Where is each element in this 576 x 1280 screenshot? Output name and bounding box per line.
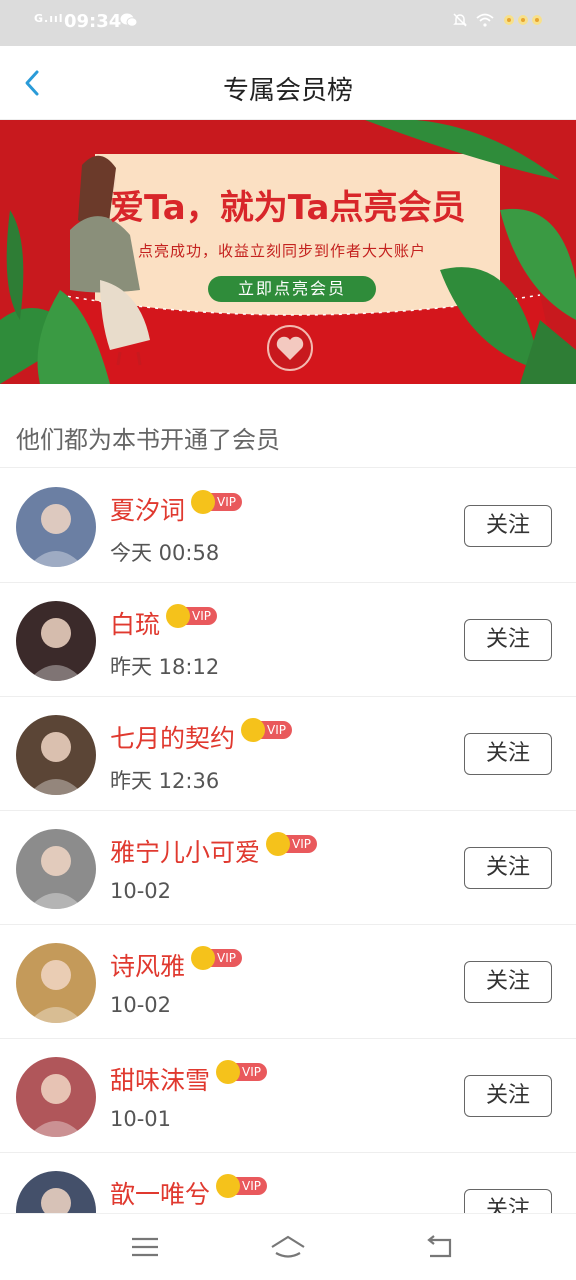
vip-badge: VIP bbox=[166, 604, 217, 628]
member-name[interactable]: 夏汐词 bbox=[110, 491, 185, 527]
avatar-image bbox=[16, 715, 96, 795]
crown-icon bbox=[216, 1174, 240, 1198]
system-nav-bar bbox=[0, 1213, 576, 1280]
crown-icon bbox=[166, 604, 190, 628]
member-name[interactable]: 白琉 bbox=[110, 605, 160, 641]
avatar-image bbox=[16, 943, 96, 1023]
member-time: 10-02 bbox=[110, 879, 172, 903]
avatar[interactable] bbox=[16, 715, 96, 795]
member-row[interactable]: 诗风雅 VIP 10-02 关注 bbox=[0, 925, 576, 1039]
member-row[interactable]: 雅宁儿小可爱 VIP 10-02 关注 bbox=[0, 811, 576, 925]
member-name[interactable]: 雅宁儿小可爱 bbox=[110, 833, 260, 869]
wifi-icon bbox=[476, 13, 494, 31]
vip-badge: VIP bbox=[191, 490, 242, 514]
member-row[interactable]: 夏汐词 VIP 今天 00:58 关注 bbox=[0, 469, 576, 583]
promo-banner[interactable]: 爱Ta，就为Ta点亮会员 点亮成功，收益立刻同步到作者大大账户 立即点亮会员 bbox=[0, 120, 576, 384]
battery-flowers-icon bbox=[502, 13, 546, 31]
vip-badge: VIP bbox=[241, 718, 292, 742]
avatar-image bbox=[16, 1057, 96, 1137]
page-header: 专属会员榜 bbox=[0, 46, 576, 120]
member-time: 10-01 bbox=[110, 1107, 172, 1131]
crown-icon bbox=[191, 490, 215, 514]
member-name[interactable]: 歆一唯兮 bbox=[110, 1175, 210, 1211]
member-time: 今天 00:58 bbox=[110, 541, 220, 565]
member-time: 昨天 12:36 bbox=[110, 769, 220, 793]
member-name[interactable]: 七月的契约 bbox=[110, 719, 235, 755]
home-icon bbox=[271, 1235, 305, 1258]
follow-button[interactable]: 关注 bbox=[464, 847, 552, 889]
crown-icon bbox=[266, 832, 290, 856]
status-time: 09:34 bbox=[64, 11, 122, 32]
avatar-image bbox=[16, 1171, 96, 1213]
follow-button[interactable]: 关注 bbox=[464, 733, 552, 775]
crown-icon bbox=[241, 718, 265, 742]
follow-button[interactable]: 关注 bbox=[464, 505, 552, 547]
avatar[interactable] bbox=[16, 943, 96, 1023]
section-title: 他们都为本书开通了会员 bbox=[16, 426, 280, 454]
member-time: 昨天 18:12 bbox=[110, 655, 220, 679]
page-title: 专属会员榜 bbox=[222, 76, 353, 106]
avatar[interactable] bbox=[16, 1171, 96, 1213]
crown-icon bbox=[216, 1060, 240, 1084]
vip-badge: VIP bbox=[216, 1174, 267, 1198]
member-row[interactable]: 歆一唯兮 VIP 关注 bbox=[0, 1153, 576, 1213]
member-name[interactable]: 诗风雅 bbox=[110, 947, 185, 983]
member-row[interactable]: 七月的契约 VIP 昨天 12:36 关注 bbox=[0, 697, 576, 811]
back-icon bbox=[427, 1235, 452, 1258]
mute-icon bbox=[452, 12, 468, 32]
back-nav-button[interactable] bbox=[420, 1232, 460, 1262]
avatar[interactable] bbox=[16, 601, 96, 681]
status-bar: G.ııl 09:34 bbox=[0, 0, 576, 46]
avatar-image bbox=[16, 829, 96, 909]
status-icons bbox=[452, 12, 546, 32]
follow-button[interactable]: 关注 bbox=[464, 961, 552, 1003]
menu-nav-button[interactable] bbox=[125, 1232, 165, 1262]
avatar[interactable] bbox=[16, 487, 96, 567]
member-name[interactable]: 甜味沫雪 bbox=[110, 1061, 210, 1097]
avatar-image bbox=[16, 601, 96, 681]
follow-button[interactable]: 关注 bbox=[464, 619, 552, 661]
crown-icon bbox=[191, 946, 215, 970]
member-row[interactable]: 甜味沫雪 VIP 10-01 关注 bbox=[0, 1039, 576, 1153]
avatar-image bbox=[16, 487, 96, 567]
home-nav-button[interactable] bbox=[268, 1232, 308, 1262]
light-up-membership-button[interactable]: 立即点亮会员 bbox=[208, 276, 376, 302]
menu-icon bbox=[132, 1237, 158, 1257]
follow-button[interactable]: 关注 bbox=[464, 1075, 552, 1117]
banner-title: 爱Ta，就为Ta点亮会员 bbox=[110, 188, 466, 228]
signal-icon: G.ııl bbox=[34, 12, 64, 25]
wechat-notification-icon bbox=[120, 12, 138, 32]
banner-subtitle: 点亮成功，收益立刻同步到作者大大账户 bbox=[138, 242, 427, 260]
avatar[interactable] bbox=[16, 1057, 96, 1137]
vip-badge: VIP bbox=[191, 946, 242, 970]
members-section-header: 他们都为本书开通了会员 bbox=[0, 384, 576, 468]
vip-badge: VIP bbox=[216, 1060, 267, 1084]
vip-badge: VIP bbox=[266, 832, 317, 856]
member-list[interactable]: 夏汐词 VIP 今天 00:58 关注 白琉 VIP 昨天 18:12 关注 七… bbox=[0, 469, 576, 1213]
avatar[interactable] bbox=[16, 829, 96, 909]
member-time: 10-02 bbox=[110, 993, 172, 1017]
member-row[interactable]: 白琉 VIP 昨天 18:12 关注 bbox=[0, 583, 576, 697]
follow-button[interactable]: 关注 bbox=[464, 1189, 552, 1213]
